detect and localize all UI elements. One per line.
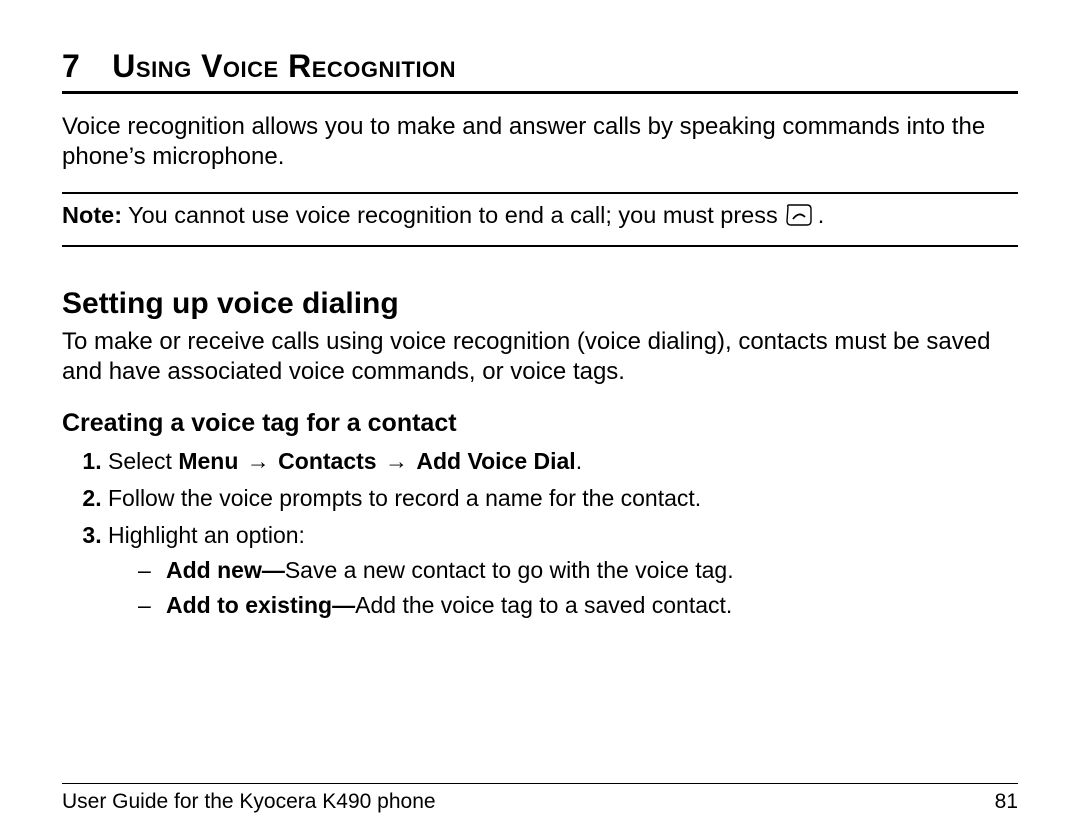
footer-guide-title: User Guide for the Kyocera K490 phone (62, 790, 436, 814)
chapter-number: 7 (62, 48, 80, 85)
chapter-heading: 7 Using Voice Recognition (62, 48, 1018, 85)
subsection-heading: Creating a voice tag for a contact (62, 409, 1018, 438)
arrow-icon: → (238, 448, 278, 474)
step-suffix: . (576, 448, 582, 474)
arrow-icon: → (377, 448, 417, 474)
menu-path-segment: Add Voice Dial (416, 448, 575, 474)
page-footer: User Guide for the Kyocera K490 phone 81 (62, 773, 1018, 814)
intro-paragraph: Voice recognition allows you to make and… (62, 112, 1018, 172)
step-text: Highlight an option: (108, 522, 305, 548)
footer-page-number: 81 (995, 790, 1018, 814)
option-label: Add to existing— (166, 592, 355, 618)
option-text: Save a new contact to go with the voice … (285, 557, 734, 583)
step-1: Select Menu → Contacts → Add Voice Dial. (108, 446, 1018, 477)
note-period: . (818, 200, 825, 231)
section-intro: To make or receive calls using voice rec… (62, 327, 1018, 387)
note-text: You cannot use voice recognition to end … (128, 200, 778, 231)
option-list: Add new—Save a new contact to go with th… (108, 555, 1018, 621)
note-line: Note: You cannot use voice recognition t… (62, 200, 1018, 231)
menu-path-segment: Menu (178, 448, 238, 474)
divider (62, 192, 1018, 194)
divider (62, 783, 1018, 784)
manual-page: 7 Using Voice Recognition Voice recognit… (0, 0, 1080, 834)
option-label: Add new— (166, 557, 285, 583)
end-call-key-icon (786, 204, 812, 226)
step-2: Follow the voice prompts to record a nam… (108, 483, 1018, 514)
step-list: Select Menu → Contacts → Add Voice Dial.… (62, 446, 1018, 627)
step-text: Select (108, 448, 178, 474)
step-3: Highlight an option: Add new—Save a new … (108, 520, 1018, 621)
option-add-new: Add new—Save a new contact to go with th… (138, 555, 1018, 586)
option-add-existing: Add to existing—Add the voice tag to a s… (138, 590, 1018, 621)
section-heading: Setting up voice dialing (62, 287, 1018, 321)
option-text: Add the voice tag to a saved contact. (355, 592, 732, 618)
chapter-title: Using Voice Recognition (112, 48, 456, 85)
divider (62, 91, 1018, 94)
note-label: Note: (62, 200, 122, 231)
divider (62, 245, 1018, 247)
menu-path-segment: Contacts (278, 448, 376, 474)
